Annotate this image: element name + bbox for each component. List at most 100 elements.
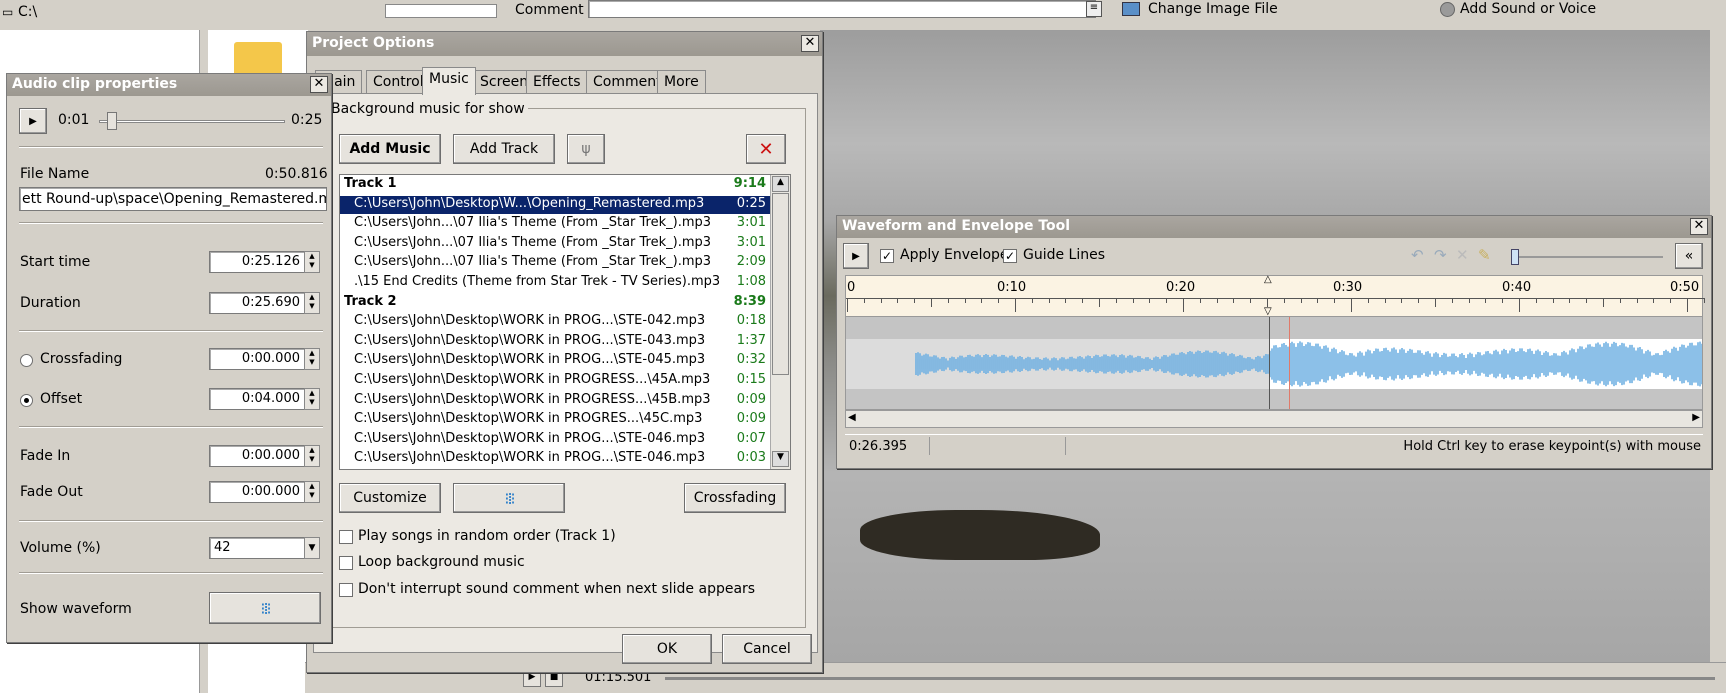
cancel-button[interactable]: Cancel (722, 634, 812, 664)
ruler-tick (863, 298, 865, 303)
track-item[interactable]: .\15 End Credits (Theme from Star Trek -… (340, 274, 770, 292)
scroll-up-icon[interactable]: ▲ (772, 176, 789, 192)
track-scrollbar[interactable]: ▲ ▼ (770, 175, 790, 469)
wave-scrollbar[interactable]: ◀ ▶ (845, 410, 1703, 428)
player-seek[interactable] (665, 677, 1715, 680)
tab-control[interactable]: Control (366, 70, 431, 94)
stop-icon[interactable]: ■ (545, 671, 563, 687)
apply-envelope-checkbox[interactable]: ✓ (880, 249, 894, 263)
delete-track-button[interactable]: ✕ (746, 134, 786, 164)
image-icon[interactable] (1122, 2, 1140, 16)
volume-select[interactable]: 42 (209, 537, 305, 559)
track-item[interactable]: C:\Users\John\Desktop\W...\Opening_Remas… (340, 195, 770, 214)
track-item[interactable]: C:\Users\John\Desktop\WORK in PROG...\ST… (340, 352, 770, 370)
offset-spinner[interactable]: ▲ ▼ (304, 388, 320, 410)
play-button[interactable]: ▶ (19, 108, 47, 134)
crossfading-button[interactable]: Crossfading (684, 483, 786, 513)
comment-edit-icon[interactable]: ≡ (1086, 1, 1102, 17)
track-item[interactable]: C:\Users\John...\07 Ilia's Theme (From _… (340, 235, 770, 253)
delete-point-icon[interactable]: ✕ (1456, 246, 1469, 264)
zoom-slider[interactable] (1513, 256, 1663, 258)
track-header[interactable]: Track 1 9:14 (340, 176, 770, 194)
ruler-tick (1317, 298, 1319, 303)
waveform-area[interactable] (845, 316, 1703, 410)
start-time-spinner[interactable]: ▲ ▼ (304, 251, 320, 273)
collapse-button[interactable]: « (1675, 243, 1703, 269)
audio-clip-titlebar[interactable]: Audio clip properties ✕ (7, 74, 331, 96)
crossfading-radio[interactable] (20, 354, 33, 367)
loop-music-checkbox[interactable] (339, 556, 353, 570)
fade-in-label: Fade In (20, 448, 71, 464)
comment-input[interactable] (588, 0, 1096, 18)
top-slider[interactable] (385, 4, 497, 18)
fade-out-field[interactable]: 0:00.000 (209, 481, 305, 503)
track-item[interactable]: C:\Users\John\Desktop\WORK in PROG...\ST… (340, 313, 770, 331)
waveform-button[interactable]: ⁝⁞⁝ (453, 483, 565, 513)
customize-button[interactable]: Customize (339, 483, 441, 513)
fade-in-spinner[interactable]: ▲ ▼ (304, 445, 320, 467)
show-waveform-button[interactable]: ⁝⁞⁝ (209, 592, 321, 624)
track-item[interactable]: C:\Users\John\Desktop\WORK in PROG...\ST… (340, 333, 770, 351)
offset-field[interactable]: 0:04.000 (209, 388, 305, 410)
track-name: C:\Users\John...\07 Ilia's Theme (From _… (354, 234, 712, 250)
track-item[interactable]: C:\Users\John\Desktop\WORK in PROGRES...… (340, 411, 770, 429)
crossfading-field[interactable]: 0:00.000 (209, 348, 305, 370)
add-track-button[interactable]: Add Track (453, 134, 555, 164)
track-item[interactable]: C:\Users\John\Desktop\WORK in PROGRESS..… (340, 372, 770, 390)
track-duration: 3:01 (736, 215, 766, 231)
track-item[interactable]: C:\Users\John\Desktop\WORK in PROG...\ST… (340, 450, 770, 468)
scroll-down-icon[interactable]: ▼ (772, 451, 789, 467)
track-header[interactable]: Track 2 8:39 (340, 294, 770, 312)
close-icon[interactable]: ✕ (801, 35, 819, 52)
tab-effects[interactable]: Effects (526, 70, 588, 94)
start-marker-icon[interactable]: △ (1264, 274, 1272, 285)
track-item[interactable]: C:\Users\John...\07 Ilia's Theme (From _… (340, 254, 770, 272)
track-item[interactable]: C:\Users\John...\07 Ilia's Theme (From _… (340, 215, 770, 233)
add-music-button[interactable]: Add Music (339, 134, 441, 164)
slider-thumb[interactable] (107, 112, 117, 130)
change-image-link[interactable]: Change Image File (1148, 1, 1278, 17)
track-list[interactable]: Track 1 9:14 C:\Users\John\Desktop\W...\Op… (339, 174, 791, 470)
project-options-title: Project Options (312, 35, 435, 51)
track-item[interactable]: C:\Users\John\Desktop\WORK in PROG...\ST… (340, 431, 770, 449)
waveform-titlebar[interactable]: Waveform and Envelope Tool ✕ (837, 216, 1711, 238)
clear-icon[interactable]: ✎ (1478, 246, 1491, 264)
track-duration: 0:09 (736, 391, 766, 407)
scroll-left-icon[interactable]: ◀ (848, 412, 856, 423)
clip-position-slider[interactable] (99, 120, 285, 123)
random-order-label: Play songs in random order (Track 1) (358, 528, 616, 544)
guide-lines-checkbox[interactable]: ✓ (1003, 249, 1017, 263)
sound-icon[interactable] (1440, 2, 1455, 17)
file-name-field[interactable]: ett Round-up\space\Opening_Remastered.mp… (19, 187, 327, 211)
redo-icon[interactable]: ↷ (1434, 246, 1447, 264)
add-sound-link[interactable]: Add Sound or Voice (1460, 1, 1596, 17)
fade-in-field[interactable]: 0:00.000 (209, 445, 305, 467)
offset-radio[interactable] (20, 394, 33, 407)
dont-interrupt-checkbox[interactable] (339, 583, 353, 597)
scroll-right-icon[interactable]: ▶ (1692, 412, 1700, 423)
zoom-thumb[interactable] (1511, 249, 1519, 265)
tab-more[interactable]: More (657, 70, 706, 94)
ruler-tick (1552, 298, 1554, 303)
timeline-ruler[interactable]: 0 0:10 0:20 0:30 0:40 0:50 △ ▽ (845, 274, 1705, 317)
chevron-down-icon[interactable]: ▼ (304, 537, 320, 559)
close-icon[interactable]: ✕ (1690, 218, 1708, 235)
tab-music[interactable]: Music (422, 67, 476, 95)
scroll-thumb[interactable] (772, 193, 789, 375)
duration-spinner[interactable]: ▲ ▼ (304, 292, 320, 314)
undo-icon[interactable]: ↶ (1411, 246, 1424, 264)
ruler-tick (1367, 298, 1369, 303)
track-item[interactable]: C:\Users\John\Desktop\WORK in PROGRESS..… (340, 392, 770, 410)
play-button[interactable]: ▶ (843, 243, 869, 269)
play-icon[interactable]: ▶ (523, 671, 541, 687)
ruler-tick (1283, 298, 1285, 303)
ok-button[interactable]: OK (622, 634, 712, 664)
duration-field[interactable]: 0:25.690 (209, 292, 305, 314)
random-order-checkbox[interactable] (339, 530, 353, 544)
start-time-field[interactable]: 0:25.126 (209, 251, 305, 273)
fade-out-spinner[interactable]: ▲ ▼ (304, 481, 320, 503)
crossfading-spinner[interactable]: ▲ ▼ (304, 348, 320, 370)
close-icon[interactable]: ✕ (310, 76, 328, 93)
microphone-button[interactable]: ψ (567, 134, 605, 164)
project-options-titlebar[interactable]: Project Options ✕ (307, 32, 822, 56)
